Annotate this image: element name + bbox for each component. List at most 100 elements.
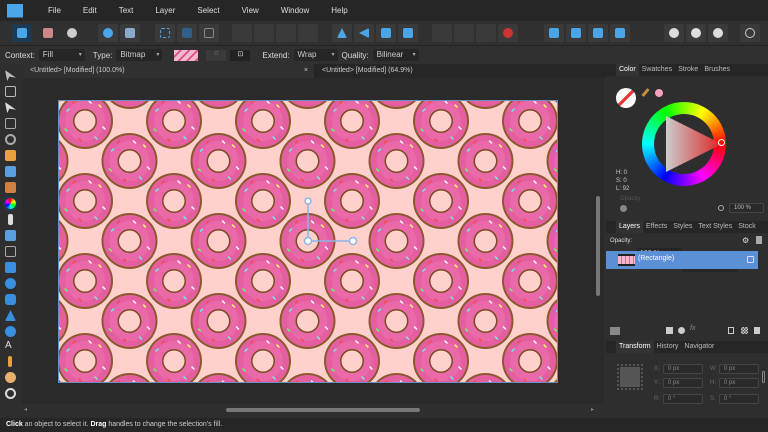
assistant-button[interactable] [664,24,684,42]
arrange-front-button[interactable] [298,24,318,42]
tab-color[interactable]: Color [616,64,639,76]
shear-field[interactable]: 0 ° [719,394,759,404]
fill-handle-top[interactable] [304,197,312,205]
tab-styles[interactable]: Styles [670,221,695,233]
scrollbar-thumb[interactable] [226,408,420,412]
arrange-forward-button[interactable] [276,24,296,42]
menu-window[interactable]: Window [270,6,320,15]
triangle-tool-icon[interactable] [5,310,16,321]
mask-icon[interactable] [666,327,673,334]
subtract-button[interactable] [566,24,586,42]
color-picker-tool-icon[interactable] [8,356,12,367]
rotation-field[interactable]: 0 ° [663,394,703,404]
fx-icon[interactable]: fx [690,325,695,332]
menu-layer[interactable]: Layer [144,6,186,15]
x-field[interactable]: 0 px [663,364,703,374]
context-button[interactable] [686,24,706,42]
y-field[interactable]: 0 px [663,378,703,388]
pixel-layer-icon[interactable] [741,327,748,334]
picked-color-swatch[interactable] [655,89,663,97]
visibility-checkbox[interactable] [747,256,754,263]
tab-swatches[interactable]: Swatches [639,64,675,76]
opacity-field[interactable]: 100 % [729,203,764,213]
arrange-back-button[interactable] [232,24,252,42]
artboard-tool-icon[interactable] [5,86,16,97]
fill-handle-center[interactable] [303,236,313,246]
pixel-persona-button[interactable] [38,24,58,42]
extend-dropdown[interactable]: Wrap [293,49,338,61]
reset-fill-button[interactable]: ◌ [206,49,227,61]
fill-tool-icon[interactable] [3,196,18,211]
context-dropdown[interactable]: Fill [38,49,85,61]
tab-stroke[interactable]: Stroke [675,64,701,76]
ellipse-tool-icon[interactable] [5,278,16,289]
add-button[interactable] [544,24,564,42]
anchor-point-selector[interactable] [617,364,643,390]
adjustment-icon[interactable] [678,327,685,334]
pencil-tool-icon[interactable] [5,166,16,177]
rectangle-tool-icon[interactable] [5,262,16,273]
account-button[interactable] [740,24,760,42]
boolean-button[interactable] [476,24,496,42]
gear-icon[interactable]: ⚙ [742,236,749,245]
trash-icon[interactable] [754,327,760,334]
brush-tool-icon[interactable] [5,182,16,193]
divide-button[interactable] [610,24,630,42]
menu-file[interactable]: File [37,6,72,15]
pen-tool-icon[interactable] [5,150,16,161]
tab-document-1[interactable]: <Untitled> [Modified] (100.0%) × [24,64,314,78]
lock-icon[interactable] [756,236,762,244]
menu-text[interactable]: Text [108,6,145,15]
point-transform-tool-icon[interactable] [5,118,16,129]
tab-stock[interactable]: Stock [735,221,759,233]
tab-transform[interactable]: Transform [616,341,654,353]
quality-dropdown[interactable]: Bilinear [372,49,419,61]
intersect-button[interactable] [588,24,608,42]
preferences-button[interactable] [708,24,728,42]
tab-text-styles[interactable]: Text Styles [695,221,735,233]
scroll-right-icon[interactable]: ▸ [591,406,594,413]
menu-help[interactable]: Help [320,6,358,15]
rounded-rectangle-tool-icon[interactable] [5,294,16,305]
zoom-tool-icon[interactable] [5,388,16,399]
menu-edit[interactable]: Edit [72,6,108,15]
lock-aspect-button[interactable]: ⊡ [230,49,251,61]
tab-layers[interactable]: Layers [616,221,644,233]
shape-tools-icon[interactable] [5,326,16,337]
link-icon[interactable] [762,371,765,383]
contour-tool-icon[interactable] [5,134,16,145]
scroll-left-icon[interactable]: ◂ [24,406,27,413]
crop-tool-icon[interactable] [5,246,16,257]
opacity-slider-handle[interactable] [620,205,627,212]
type-dropdown[interactable]: Bitmap [116,49,163,61]
select-bounds-button[interactable] [155,24,175,42]
flip-horizontal-button[interactable] [332,24,352,42]
tab-document-2[interactable]: <Untitled> [Modified] (64.9%) [316,64,606,78]
add-layer-icon[interactable] [728,327,734,334]
horizontal-scrollbar[interactable]: ◂ ▸ [24,406,594,414]
transparency-tool-icon[interactable] [8,214,13,225]
tab-effects[interactable]: Effects [643,221,670,233]
layer-stack-icon[interactable] [610,327,620,335]
place-image-tool-icon[interactable] [5,230,16,241]
rotate-left-button[interactable] [376,24,396,42]
rotate-right-button[interactable] [398,24,418,42]
vertical-scrollbar[interactable] [596,196,600,296]
fill-handle-right[interactable] [348,236,358,246]
menu-view[interactable]: View [231,6,270,15]
menu-select[interactable]: Select [186,6,230,15]
snapping-button[interactable] [498,24,518,42]
distribute-button[interactable] [454,24,474,42]
flip-vertical-button[interactable] [354,24,374,42]
tab-navigator[interactable]: Navigator [681,341,717,353]
document-canvas[interactable] [58,100,558,383]
align-button[interactable] [432,24,452,42]
arrange-backward-button[interactable] [254,24,274,42]
tab-brushes[interactable]: Brushes [701,64,733,76]
color-wheel[interactable] [642,102,726,186]
tab-history[interactable]: History [654,341,682,353]
height-field[interactable]: 0 px [719,378,759,388]
layer-row-rectangle[interactable]: (Rectangle) [606,251,758,269]
width-field[interactable]: 0 px [719,364,759,374]
move-tool-icon[interactable] [5,70,16,81]
